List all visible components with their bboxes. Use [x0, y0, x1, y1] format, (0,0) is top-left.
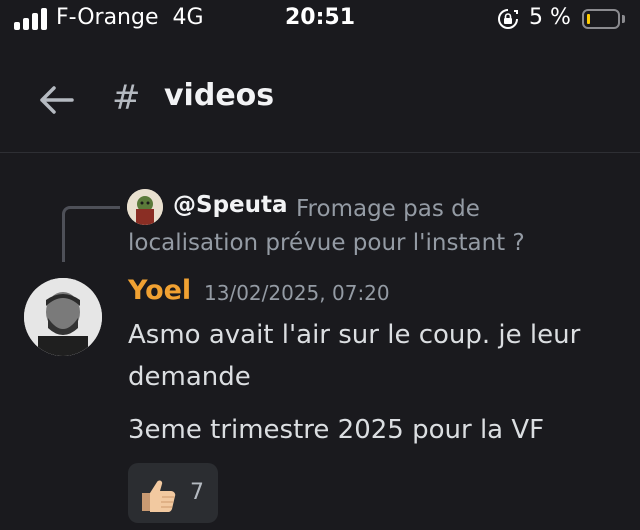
channel-hash-icon: #: [112, 78, 141, 118]
header-divider: [0, 152, 640, 153]
message-line: Asmo avait l'air sur le coup. je leur de…: [128, 320, 581, 392]
thumbs-up-icon: [142, 480, 176, 512]
reaction-count: 7: [190, 480, 204, 505]
message-timestamp: 13/02/2025, 07:20: [204, 281, 390, 305]
goblin-avatar-icon: [127, 189, 163, 225]
battery-cap: [622, 15, 625, 23]
channel-header: # videos: [0, 60, 640, 152]
reply-connector: [62, 206, 120, 262]
message-author-name[interactable]: Yoel: [128, 275, 191, 306]
channel-name[interactable]: videos: [164, 78, 274, 113]
user-avatar-icon: [24, 278, 102, 356]
status-bar: F-Orange 4G 20:51 5 %: [0, 0, 640, 44]
back-arrow-icon[interactable]: [36, 80, 76, 120]
battery-percent: 5 %: [529, 5, 571, 30]
battery-level: [587, 14, 590, 24]
reply-author-name[interactable]: @Speuta: [173, 192, 288, 218]
reply-author-avatar[interactable]: [127, 189, 163, 225]
message-line: 3eme trimestre 2025 pour la VF: [128, 415, 545, 445]
battery-icon: [582, 9, 620, 29]
reaction-thumbs-up[interactable]: 7: [128, 463, 218, 523]
rotation-lock-icon: [498, 9, 518, 29]
author-avatar[interactable]: [24, 278, 102, 356]
